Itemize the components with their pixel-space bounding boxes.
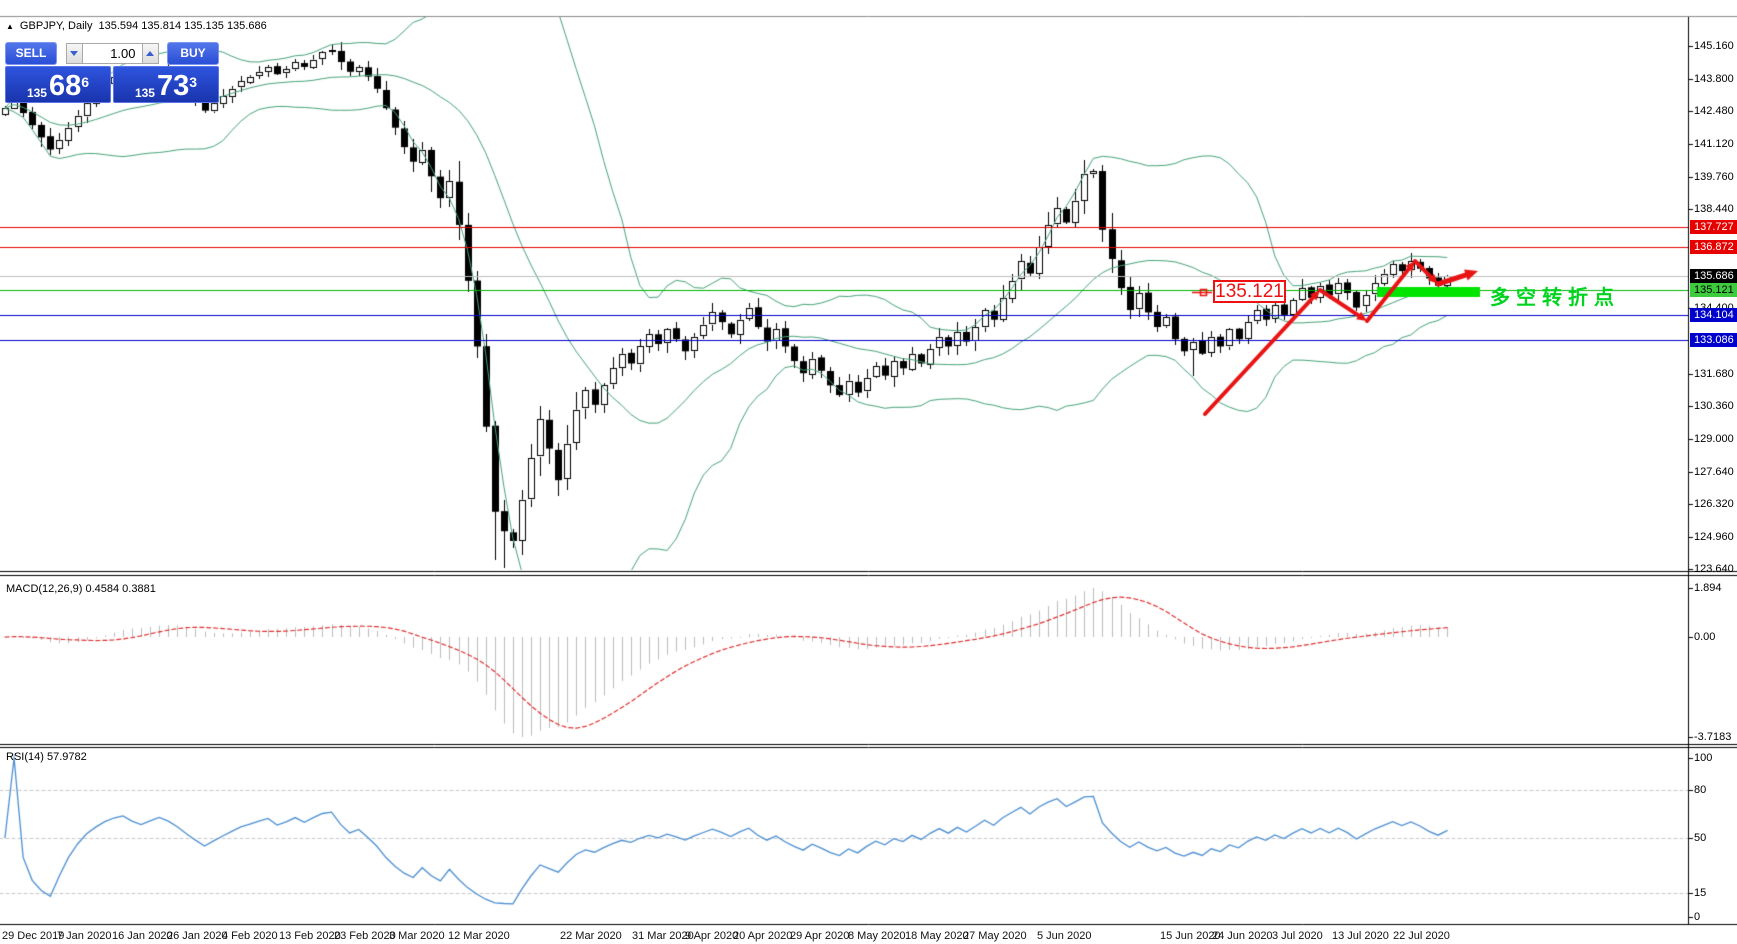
date-axis-label: 26 Jan 2020 [167,930,228,942]
price-axis-tick: 129.000 [1694,433,1734,445]
price-axis-tick: 139.760 [1694,171,1734,183]
volume-decrease-button[interactable] [66,43,83,64]
trade-widget-prices: 135686 135733 [5,66,219,103]
price-level-label: 135.121 [1690,283,1737,297]
price-level-label: 137.727 [1690,220,1737,234]
date-axis-label: 3 Mar 2020 [389,930,445,942]
collapse-widget-arrow[interactable]: ▲ [6,22,14,31]
chart-title: ▲ GBPJPY, Daily 135.594 135.814 135.135 … [6,20,267,32]
date-axis-label: 29 Apr 2020 [790,930,849,942]
breakout-annotation-text[interactable]: 多空转折点 [1490,281,1620,310]
price-axis-tick: 131.680 [1694,368,1734,380]
price-callout-label[interactable]: 135.121 [1213,280,1286,303]
buy-button[interactable]: BUY [167,42,219,65]
volume-increase-button[interactable] [142,43,159,64]
rsi-axis-tick: 15 [1694,887,1706,899]
price-axis-tick: 124.960 [1694,531,1734,543]
date-axis-label: 22 Mar 2020 [560,930,622,942]
date-axis-label: 23 Feb 2020 [334,930,396,942]
price-level-label: 136.872 [1690,240,1737,254]
sell-price-main: 68 [49,73,81,100]
date-axis-label: 20 Apr 2020 [733,930,792,942]
date-axis-label: 8 May 2020 [848,930,905,942]
date-axis-label: 4 Feb 2020 [222,930,278,942]
mt4-window: 新订单 自动交易 E F A T [0,0,1737,944]
volume-input[interactable]: 1.00 [83,43,142,64]
rsi-axis-tick: 50 [1694,832,1706,844]
price-level-label: 135.686 [1690,269,1737,283]
price-axis-tick: 130.360 [1694,400,1734,412]
trade-widget-controls: SELL 1.00 BUY [5,42,219,65]
date-axis-label: 29 Dec 2019 [2,930,64,942]
date-axis-label: 16 Jan 2020 [112,930,173,942]
macd-axis-tick: -3.7183 [1694,731,1731,743]
macd-axis-tick: 0.00 [1694,631,1715,643]
price-chart-canvas [0,0,1737,944]
date-axis-label: 13 Jul 2020 [1332,930,1389,942]
macd-indicator-label: MACD(12,26,9) 0.4584 0.3881 [6,583,156,595]
price-axis-tick: 127.640 [1694,466,1734,478]
spinner-up-icon [146,51,154,56]
date-axis-label: 3 Jul 2020 [1272,930,1323,942]
price-axis-tick: 138.440 [1694,203,1734,215]
date-axis-label: 24 Jun 2020 [1212,930,1273,942]
buy-price-pip: 3 [189,67,197,97]
date-axis-label: 5 Jun 2020 [1037,930,1091,942]
price-axis-tick: 123.640 [1694,563,1734,575]
ohlc-readout: 135.594 135.814 135.135 135.686 [98,20,266,32]
buy-price-main: 73 [157,73,189,100]
buy-price-prefix: 135 [135,86,155,100]
date-axis-label: 13 Feb 2020 [279,930,341,942]
sell-button[interactable]: SELL [5,42,57,65]
date-axis-label: 22 Jul 2020 [1393,930,1450,942]
date-axis-label: 7 Jan 2020 [57,930,111,942]
date-axis-label: 9 Apr 2020 [685,930,738,942]
rsi-axis-tick: 80 [1694,784,1706,796]
price-level-label: 133.086 [1690,333,1737,347]
spinner-down-icon [70,51,78,56]
rsi-axis-tick: 0 [1694,911,1700,923]
price-axis-tick: 142.480 [1694,105,1734,117]
sell-price-pip: 6 [81,67,89,97]
price-axis-tick: 143.800 [1694,73,1734,85]
rsi-axis-tick: 100 [1694,752,1712,764]
sell-price-panel[interactable]: 135686 [5,66,111,103]
chart-workspace[interactable]: ▲ GBPJPY, Daily 135.594 135.814 135.135 … [0,17,1737,944]
price-level-label: 134.104 [1690,308,1737,322]
one-click-trading-widget: SELL 1.00 BUY 135686 135733 [5,42,219,103]
sell-price-prefix: 135 [27,86,47,100]
date-axis-label: 12 Mar 2020 [448,930,510,942]
price-axis-tick: 126.320 [1694,498,1734,510]
buy-price-panel[interactable]: 135733 [113,66,219,103]
date-axis-label: 18 May 2020 [905,930,969,942]
rsi-indicator-label: RSI(14) 57.9782 [6,751,87,763]
date-axis-label: 27 May 2020 [963,930,1027,942]
macd-axis-tick: 1.894 [1694,582,1722,594]
price-axis-tick: 145.160 [1694,40,1734,52]
price-axis-tick: 141.120 [1694,138,1734,150]
symbol-period-label: GBPJPY, Daily [20,20,93,32]
